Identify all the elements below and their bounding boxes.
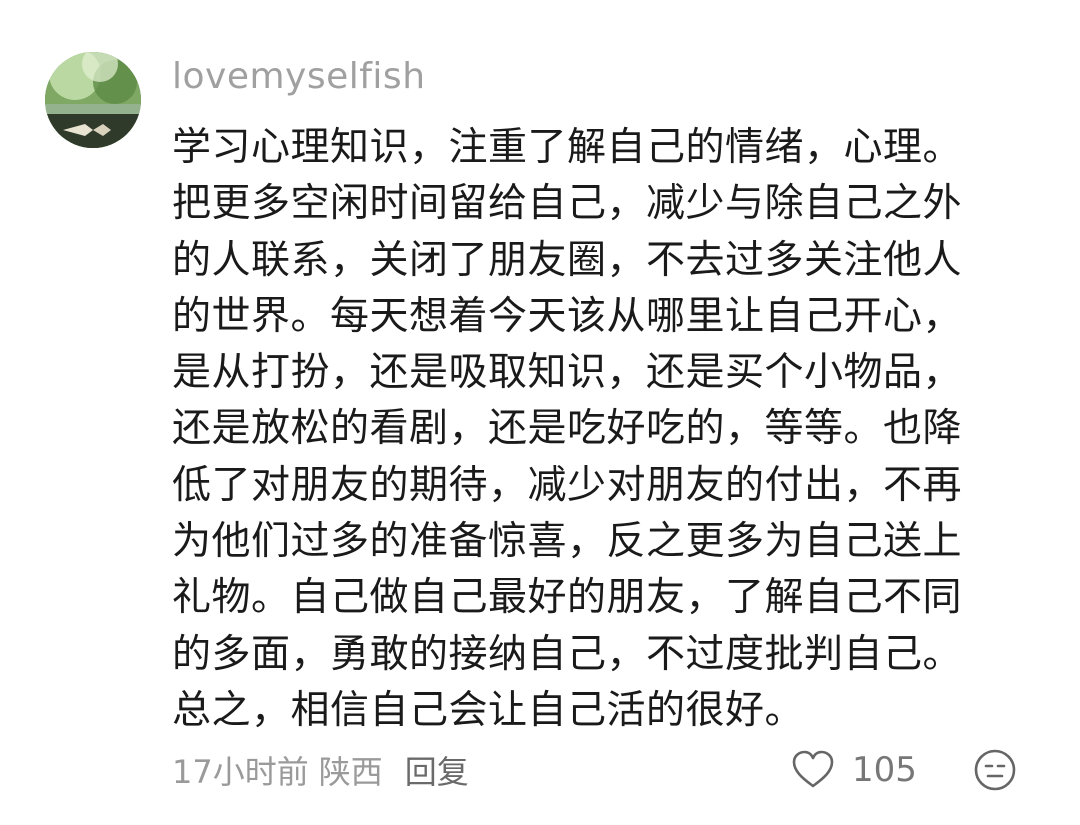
avatar-photo: [45, 52, 141, 148]
comment-line: 是从打扮，还是吸取知识，还是买个小物品，: [172, 350, 963, 396]
comment-line: 为他们过多的准备惊喜，反之更多为自己送上: [172, 519, 963, 565]
comment-body: 学习心理知识，注重了解自己的情绪，心理。 把更多空闲时间留给自己，减少与除自己之…: [172, 120, 1022, 739]
reply-button[interactable]: 回复: [405, 747, 469, 793]
avatar[interactable]: [45, 52, 141, 148]
like-button[interactable]: 105: [790, 745, 917, 795]
comment-line: 学习心理知识，注重了解自己的情绪，心理。: [172, 125, 963, 170]
comment-meta: 17小时前 陕西 回复: [172, 745, 469, 795]
comment-region: 陕西: [318, 753, 383, 791]
comment-line: 的人联系，关闭了朋友圈，不去过多关注他人: [172, 237, 963, 283]
username[interactable]: lovemyselfish: [172, 52, 426, 102]
emoji-icon[interactable]: [972, 747, 1018, 793]
comment-line: 的世界。每天想着今天该从哪里让自己开心，: [172, 293, 963, 339]
comment-item: lovemyselfish 学习心理知识，注重了解自己的情绪，心理。 把更多空闲…: [0, 0, 1080, 825]
comment-line: 低了对朋友的期待，减少对朋友的付出，不再: [172, 462, 963, 508]
comment-line: 总之，相信自己会让自己活的很好。: [172, 687, 805, 733]
heart-icon: [792, 750, 834, 788]
like-count: 105: [852, 750, 917, 790]
comment-time: 17小时前: [172, 753, 309, 791]
comment-line: 还是放松的看剧，还是吃好吃的，等等。也降: [172, 406, 963, 452]
comment-line: 把更多空闲时间留给自己，减少与除自己之外: [172, 181, 963, 227]
comment-line: 礼物。自己做自己最好的朋友，了解自己不同: [172, 575, 963, 621]
comment-line: 的多面，勇敢的接纳自己，不过度批判自己。: [172, 631, 963, 677]
